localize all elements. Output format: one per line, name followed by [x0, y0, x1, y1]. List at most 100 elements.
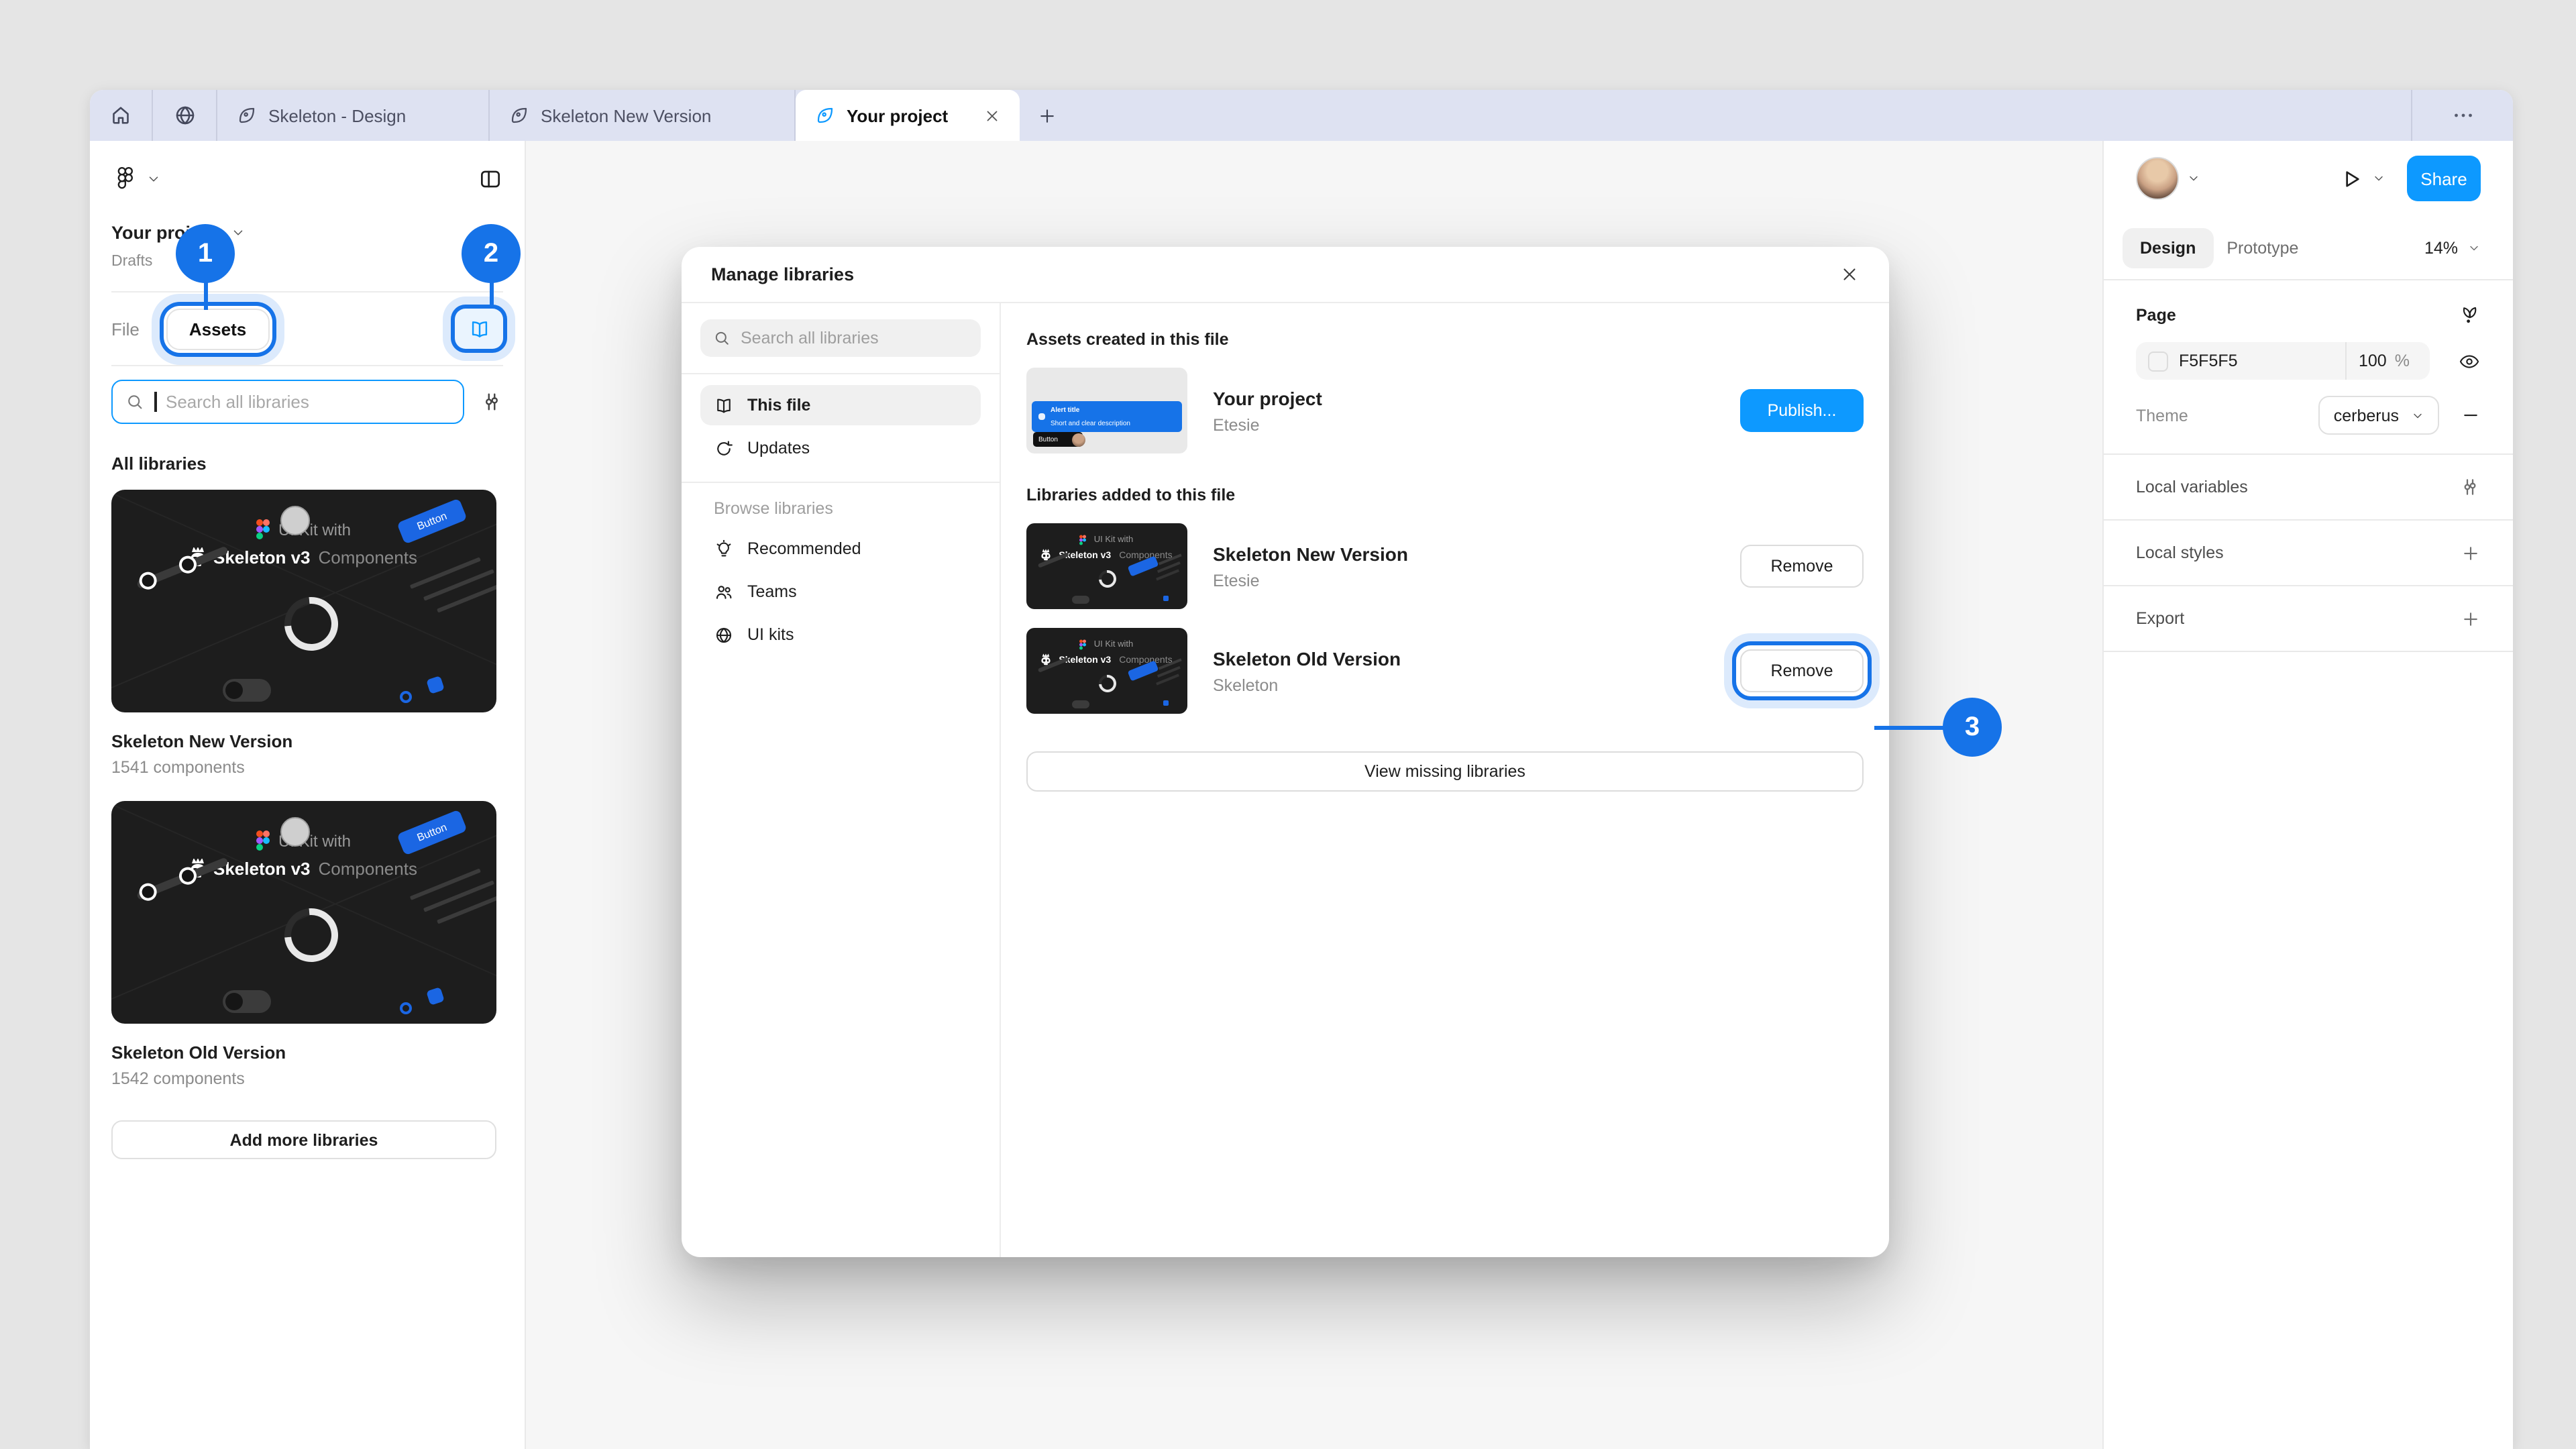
add-export-icon[interactable] — [2461, 608, 2481, 629]
assets-search-field[interactable] — [111, 380, 464, 424]
book-icon — [714, 395, 734, 415]
zoom-control[interactable]: 14% — [2424, 238, 2481, 257]
tab-skeleton-design[interactable]: Skeleton - Design — [217, 90, 490, 141]
deco-avatar — [281, 816, 311, 846]
variables-sliders-icon[interactable] — [2459, 476, 2481, 498]
deco-toggle — [1071, 595, 1089, 603]
nav-item-this-file[interactable]: This file — [700, 385, 981, 425]
thumb-alert-icon — [1038, 413, 1045, 420]
present-play-icon[interactable] — [2339, 166, 2364, 191]
nav-label: Updates — [747, 439, 810, 458]
library-component-count: 1542 components — [111, 1069, 503, 1088]
brand-prefix: UI Kit with — [1094, 640, 1134, 649]
deco-radio — [400, 1003, 412, 1015]
close-tab-icon[interactable] — [983, 107, 1001, 124]
window-menu-button[interactable] — [2411, 90, 2513, 141]
nav-item-recommended[interactable]: Recommended — [700, 529, 981, 569]
tab-bar: Skeleton - Design Skeleton New Version Y… — [90, 90, 2513, 141]
dialog-nav: This file Updates Browse libraries Recom… — [682, 303, 1001, 1257]
divider — [682, 373, 1000, 374]
deco-radio — [400, 692, 412, 704]
library-name: Skeleton New Version — [111, 731, 503, 751]
close-dialog-icon[interactable] — [1839, 264, 1860, 284]
remove-button-skeleton-old[interactable]: Remove — [1740, 649, 1864, 692]
home-button[interactable] — [90, 90, 153, 141]
figma-color-logo — [1080, 640, 1087, 650]
new-tab-button[interactable] — [1020, 90, 1073, 141]
right-panel: Share Design Prototype 14% Page — [2102, 141, 2513, 1449]
tab-your-project-active[interactable]: Your project — [796, 90, 1020, 141]
assets-search-input[interactable] — [166, 392, 451, 412]
row-title: Skeleton New Version — [1213, 543, 1715, 564]
thumb-avatar — [1072, 433, 1085, 447]
tab-label: Skeleton New Version — [541, 105, 711, 125]
open-libraries-button[interactable] — [455, 309, 503, 349]
lightbulb-icon — [714, 539, 734, 559]
library-component-count: 1541 components — [111, 758, 503, 777]
project-thumbnail: Alert title Short and clear description … — [1026, 368, 1187, 453]
figma-file-icon — [236, 105, 258, 126]
page-color-control[interactable]: F5F5F5 100 % — [2136, 342, 2430, 380]
add-more-libraries-button[interactable]: Add more libraries — [111, 1120, 496, 1159]
figma-color-logo — [1080, 535, 1087, 545]
chevron-down-icon — [2411, 409, 2424, 422]
theme-dropdown[interactable]: cerberus — [2319, 396, 2439, 435]
deco-toggle — [223, 989, 271, 1012]
eye-icon[interactable] — [2458, 350, 2481, 372]
library-card-skeleton-new[interactable]: UI Kit with Skeleton v3 Components Butto… — [111, 490, 503, 777]
tab-design[interactable]: Design — [2123, 227, 2213, 268]
chevron-down-icon[interactable] — [2187, 172, 2200, 185]
percent-sign: % — [2395, 352, 2410, 370]
brand-strong: Skeleton v3 — [213, 859, 311, 879]
opacity-value[interactable]: 100 — [2359, 352, 2387, 370]
publish-button[interactable]: Publish... — [1740, 389, 1864, 432]
dialog-search-field[interactable] — [700, 319, 981, 357]
chevron-down-icon[interactable] — [230, 225, 245, 239]
library-thumbnail: UI Kit with Skeleton v3 Components Butto… — [111, 490, 496, 712]
home-icon — [109, 103, 133, 127]
tab-skeleton-new-version[interactable]: Skeleton New Version — [490, 90, 796, 141]
thumb-alert-banner: Alert title Short and clear description — [1032, 401, 1182, 432]
brand-muted: Components — [319, 859, 417, 879]
your-project-row: Alert title Short and clear description … — [1026, 368, 1864, 453]
remove-button-skeleton-new[interactable]: Remove — [1740, 545, 1864, 588]
nav-item-teams[interactable]: Teams — [700, 572, 981, 612]
callout-stem-3 — [1874, 725, 1947, 729]
color-hex-value[interactable]: F5F5F5 — [2179, 352, 2238, 370]
share-button[interactable]: Share — [2407, 156, 2481, 201]
row-subtitle: Skeleton — [1213, 676, 1715, 694]
deco-toggle — [223, 678, 271, 701]
row-subtitle: Etesie — [1213, 415, 1715, 434]
figma-logo-menu[interactable] — [111, 165, 138, 192]
toggle-sidebar-icon[interactable] — [478, 166, 503, 191]
remove-theme-icon[interactable] — [2461, 405, 2481, 425]
community-button[interactable] — [153, 90, 217, 141]
drafts-label: Drafts — [111, 254, 503, 270]
nav-item-ui-kits[interactable]: UI kits — [700, 614, 981, 655]
nav-label: This file — [747, 396, 810, 415]
color-swatch[interactable] — [2148, 351, 2168, 371]
dialog-search-input[interactable] — [741, 329, 969, 347]
tab-file[interactable]: File — [111, 319, 140, 339]
chevron-down-icon[interactable] — [2372, 172, 2385, 185]
row-title: Your project — [1213, 387, 1715, 409]
deco-avatar — [281, 505, 311, 535]
nav-item-updates[interactable]: Updates — [700, 428, 981, 468]
tab-assets[interactable]: Assets — [166, 308, 269, 350]
library-card-skeleton-old[interactable]: UI Kit with Skeleton v3 Components Butto… — [111, 801, 503, 1088]
add-style-icon[interactable] — [2461, 543, 2481, 563]
tabbar-spacer — [1073, 90, 2411, 141]
library-name: Skeleton Old Version — [111, 1042, 503, 1063]
tab-prototype[interactable]: Prototype — [2226, 238, 2298, 257]
view-missing-libraries-button[interactable]: View missing libraries — [1026, 751, 1864, 792]
chevron-down-icon[interactable] — [146, 171, 161, 186]
row-title: Skeleton Old Version — [1213, 647, 1715, 669]
deco-checkbox — [426, 987, 445, 1006]
user-avatar[interactable] — [2136, 157, 2179, 200]
figma-color-logo — [257, 519, 270, 539]
globe-icon — [714, 625, 734, 645]
nav-label: Recommended — [747, 539, 861, 558]
styles-icon[interactable] — [2458, 304, 2481, 327]
filter-sliders-icon[interactable] — [480, 390, 503, 413]
page-heading: Page — [2136, 306, 2176, 325]
